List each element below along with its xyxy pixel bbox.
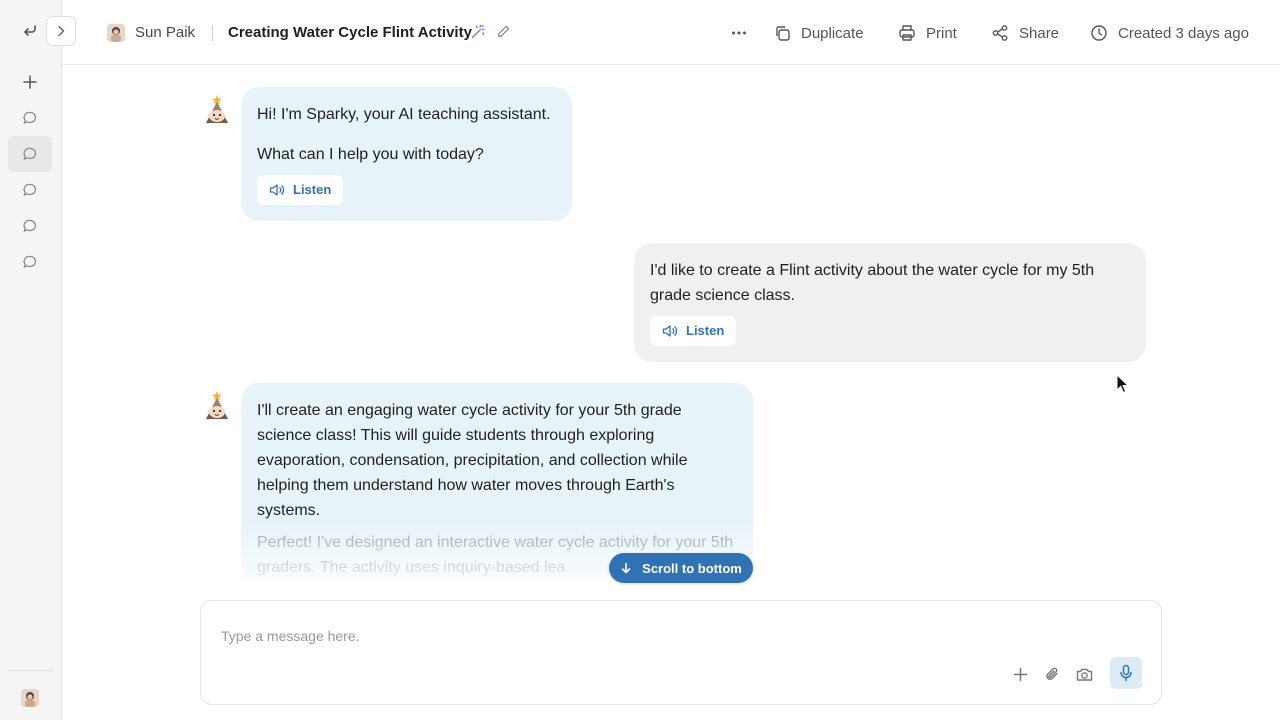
sidebar-chat-1[interactable] xyxy=(8,100,52,136)
attach-button[interactable] xyxy=(1041,663,1063,685)
title-separator xyxy=(212,25,213,41)
clock-icon xyxy=(1091,25,1107,41)
camera-button[interactable] xyxy=(1073,663,1095,685)
sidebar-chat-3[interactable] xyxy=(8,172,52,208)
scroll-to-bottom-label: Scroll to bottom xyxy=(642,560,742,576)
plus-icon xyxy=(1013,667,1027,681)
listen-button[interactable]: Listen xyxy=(650,316,737,346)
sidebar xyxy=(0,0,62,720)
duplicate-button[interactable]: Duplicate xyxy=(774,22,864,44)
share-label: Share xyxy=(1019,24,1060,42)
more-button[interactable] xyxy=(730,22,748,44)
sidebar-chat-5[interactable] xyxy=(8,244,52,280)
chat-icon xyxy=(23,111,37,125)
microphone-icon xyxy=(1120,664,1132,682)
speaker-icon xyxy=(662,325,678,337)
share-button[interactable]: Share xyxy=(991,22,1059,44)
new-chat-button[interactable] xyxy=(8,64,52,100)
page-title: Creating Water Cycle Flint Activity xyxy=(228,24,472,41)
chat-icon xyxy=(23,255,37,269)
sidebar-chat-4[interactable] xyxy=(8,208,52,244)
duplicate-label: Duplicate xyxy=(801,24,864,42)
message-user: I'd like to create a Flint activity abou… xyxy=(634,243,1146,362)
print-button[interactable]: Print xyxy=(898,22,957,44)
share-icon xyxy=(992,25,1008,41)
listen-label: Listen xyxy=(293,182,332,197)
plus-icon xyxy=(23,75,37,89)
speaker-icon xyxy=(269,184,285,196)
message-text: Hi! I'm Sparky, your AI teaching assista… xyxy=(257,106,551,123)
scroll-to-bottom-button[interactable]: Scroll to bottom xyxy=(609,553,753,583)
message-input[interactable] xyxy=(221,625,921,647)
chat-icon xyxy=(23,147,37,161)
assistant-avatar xyxy=(200,93,234,127)
listen-button[interactable]: Listen xyxy=(257,175,344,205)
user-name: Sun Paik xyxy=(135,24,196,41)
more-icon xyxy=(732,31,746,35)
microphone-button[interactable] xyxy=(1110,657,1142,689)
sidebar-divider xyxy=(8,670,54,671)
created-info: Created 3 days ago xyxy=(1090,22,1249,44)
duplicate-icon xyxy=(776,25,790,41)
printer-icon xyxy=(899,25,915,41)
sidebar-chat-2[interactable] xyxy=(8,136,52,172)
pencil-icon[interactable] xyxy=(496,24,511,44)
camera-icon xyxy=(1076,668,1092,681)
chat-icon xyxy=(23,219,37,233)
print-label: Print xyxy=(926,24,957,42)
chevron-right-icon xyxy=(58,25,65,37)
back-arrow-icon xyxy=(24,25,36,36)
chat-icon xyxy=(23,183,37,197)
avatar xyxy=(107,24,125,42)
message-text: What can I help you with today? xyxy=(257,146,484,163)
message-composer xyxy=(200,600,1162,705)
message-text: I'd like to create a Flint activity abou… xyxy=(650,262,1095,304)
listen-label: Listen xyxy=(686,323,725,338)
message-assistant: I'll create an engaging water cycle acti… xyxy=(241,383,753,580)
message-assistant: Hi! I'm Sparky, your AI teaching assista… xyxy=(241,87,572,221)
magic-wand-icon[interactable] xyxy=(470,24,486,45)
message-text: I'll create an engaging water cycle acti… xyxy=(257,402,688,519)
add-button[interactable] xyxy=(1009,663,1031,685)
created-label: Created 3 days ago xyxy=(1118,24,1249,42)
arrow-down-icon xyxy=(621,562,631,574)
header: Sun Paik Creating Water Cycle Flint Acti… xyxy=(62,0,1280,65)
assistant-avatar xyxy=(200,389,234,423)
paperclip-icon xyxy=(1046,667,1058,680)
mouse-cursor xyxy=(1116,373,1130,394)
expand-sidebar-button[interactable] xyxy=(46,16,76,46)
account-avatar[interactable] xyxy=(21,689,39,707)
